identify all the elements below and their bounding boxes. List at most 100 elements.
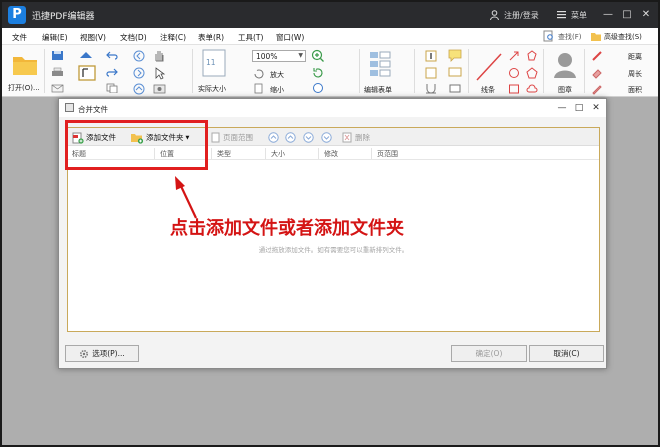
menu-view[interactable]: 视图(V) bbox=[80, 32, 106, 43]
menu-edit[interactable]: 编辑(E) bbox=[42, 32, 68, 43]
dialog-window-icon bbox=[65, 103, 74, 112]
perimeter-label[interactable]: 周长 bbox=[628, 69, 642, 79]
pentagon-shape-icon[interactable] bbox=[526, 67, 538, 79]
line-tool-label[interactable]: 线条 bbox=[481, 85, 495, 95]
ribbon-separator bbox=[44, 49, 45, 93]
actual-size-label[interactable]: 实际大小 bbox=[198, 84, 226, 94]
main-menu-button[interactable]: 菜单 bbox=[571, 10, 587, 21]
zoom-in-circle-icon[interactable] bbox=[311, 49, 325, 63]
zoom-select[interactable]: 100% ▼ bbox=[252, 50, 306, 62]
zoom-out-label[interactable]: 缩小 bbox=[270, 85, 284, 95]
find-icon[interactable] bbox=[543, 30, 555, 42]
column-size[interactable]: 大小 bbox=[271, 149, 285, 159]
ribbon-separator bbox=[359, 49, 360, 93]
chevron-down-icon: ▼ bbox=[298, 52, 303, 59]
area-label[interactable]: 面积 bbox=[628, 85, 642, 95]
select-tool-icon[interactable] bbox=[153, 67, 166, 80]
undo-icon[interactable] bbox=[106, 50, 118, 60]
distance-label[interactable]: 距离 bbox=[628, 52, 642, 62]
zoom-value: 100% bbox=[256, 52, 278, 61]
column-modified[interactable]: 修改 bbox=[324, 149, 338, 159]
email-icon[interactable] bbox=[51, 83, 64, 94]
ribbon-separator bbox=[468, 49, 469, 93]
app-logo-icon: P bbox=[8, 6, 26, 24]
fit-page-icon[interactable] bbox=[253, 83, 264, 94]
open-button-label[interactable]: 打开(O)... bbox=[8, 83, 40, 93]
options-button-label: 选项(P)... bbox=[92, 349, 125, 358]
print-icon[interactable] bbox=[51, 67, 64, 78]
dialog-maximize-button[interactable]: □ bbox=[573, 102, 585, 114]
minimize-button[interactable]: — bbox=[600, 7, 616, 23]
ok-button-label: 确定(O) bbox=[475, 349, 503, 358]
ok-button[interactable]: 确定(O) bbox=[451, 345, 527, 362]
zoom-out-circle-icon[interactable] bbox=[312, 82, 324, 94]
find-button[interactable]: 查找(F) bbox=[558, 32, 582, 42]
column-page-range[interactable]: 页范围 bbox=[377, 149, 398, 159]
select-text-icon[interactable] bbox=[78, 65, 96, 81]
redo-icon[interactable] bbox=[106, 67, 118, 77]
cancel-button[interactable]: 取消(C) bbox=[529, 345, 604, 362]
dialog-minimize-button[interactable]: — bbox=[556, 102, 568, 114]
move-top-icon[interactable] bbox=[268, 132, 279, 143]
underline-icon[interactable] bbox=[425, 83, 437, 94]
menu-comment[interactable]: 注释(C) bbox=[160, 32, 186, 43]
close-button[interactable]: ✕ bbox=[638, 7, 654, 23]
dialog-close-button[interactable]: ✕ bbox=[590, 102, 602, 114]
column-separator bbox=[371, 148, 372, 159]
login-link[interactable]: 注册/登录 bbox=[504, 10, 539, 21]
move-bottom-icon[interactable] bbox=[321, 132, 332, 143]
eraser-icon[interactable] bbox=[591, 67, 603, 79]
zoom-in-label[interactable]: 放大 bbox=[270, 70, 284, 80]
actual-size-page-number: 11 bbox=[206, 58, 216, 67]
stamp-icon[interactable] bbox=[550, 50, 580, 80]
snapshot-icon[interactable] bbox=[153, 83, 166, 94]
menu-form[interactable]: 表单(R) bbox=[198, 32, 224, 43]
oval-shape-icon[interactable] bbox=[508, 67, 520, 79]
back-circle-icon[interactable] bbox=[133, 50, 145, 62]
edit-form-label[interactable]: 编辑表单 bbox=[364, 85, 392, 95]
save-icon[interactable] bbox=[51, 50, 64, 61]
move-up-icon[interactable] bbox=[285, 132, 296, 143]
refresh-icon[interactable] bbox=[312, 67, 324, 79]
menu-file[interactable]: 文件 bbox=[12, 32, 27, 43]
note-icon[interactable] bbox=[448, 49, 462, 62]
polygon-shape-icon[interactable] bbox=[526, 50, 538, 62]
maximize-button[interactable]: □ bbox=[619, 7, 635, 23]
pencil-icon[interactable] bbox=[591, 83, 603, 95]
page-range-button[interactable]: 页面范围 bbox=[210, 131, 253, 144]
stamp-label[interactable]: 图章 bbox=[558, 85, 572, 95]
up-circle-icon[interactable] bbox=[133, 83, 145, 95]
cloud-shape-icon[interactable] bbox=[526, 83, 538, 95]
annotation-instruction: 点击添加文件或者添加文件夹 bbox=[170, 218, 404, 239]
undo-highlight-icon[interactable] bbox=[78, 50, 94, 60]
advanced-find-button[interactable]: 高级查找(S) bbox=[604, 32, 642, 42]
delete-button[interactable]: 删除 bbox=[342, 131, 370, 144]
user-icon bbox=[490, 10, 499, 20]
options-button[interactable]: 选项(P)... bbox=[65, 345, 139, 362]
rotate-icon[interactable] bbox=[253, 68, 264, 79]
menu-tools[interactable]: 工具(T) bbox=[238, 32, 263, 43]
stamp-small-icon[interactable] bbox=[448, 83, 462, 94]
hand-tool-icon[interactable] bbox=[153, 49, 166, 62]
text-field-icon[interactable] bbox=[425, 50, 437, 62]
open-folder-icon[interactable] bbox=[11, 50, 39, 78]
arrow-shape-icon[interactable] bbox=[508, 50, 520, 62]
rectangle-shape-icon[interactable] bbox=[508, 83, 520, 95]
forward-circle-icon[interactable] bbox=[133, 67, 145, 79]
ribbon-separator bbox=[192, 49, 193, 93]
advanced-find-icon[interactable] bbox=[590, 30, 602, 42]
column-type[interactable]: 类型 bbox=[217, 149, 231, 159]
callout-icon[interactable] bbox=[448, 67, 462, 79]
checkbox-field-icon[interactable] bbox=[425, 67, 437, 79]
move-down-icon[interactable] bbox=[303, 132, 314, 143]
delete-label: 删除 bbox=[355, 133, 370, 142]
ribbon-separator bbox=[543, 49, 544, 93]
menu-document[interactable]: 文档(D) bbox=[120, 32, 147, 43]
line-tool-icon[interactable] bbox=[474, 51, 504, 83]
edit-form-icon[interactable] bbox=[368, 50, 394, 78]
copy-icon[interactable] bbox=[106, 83, 118, 93]
menu-window[interactable]: 窗口(W) bbox=[276, 32, 304, 43]
app-window: P 迅捷PDF编辑器 注册/登录 菜单 — □ ✕ 文件 编辑(E) 视图(V)… bbox=[0, 0, 660, 447]
page-range-label: 页面范围 bbox=[223, 133, 253, 142]
ruler-distance-icon[interactable] bbox=[591, 50, 603, 62]
